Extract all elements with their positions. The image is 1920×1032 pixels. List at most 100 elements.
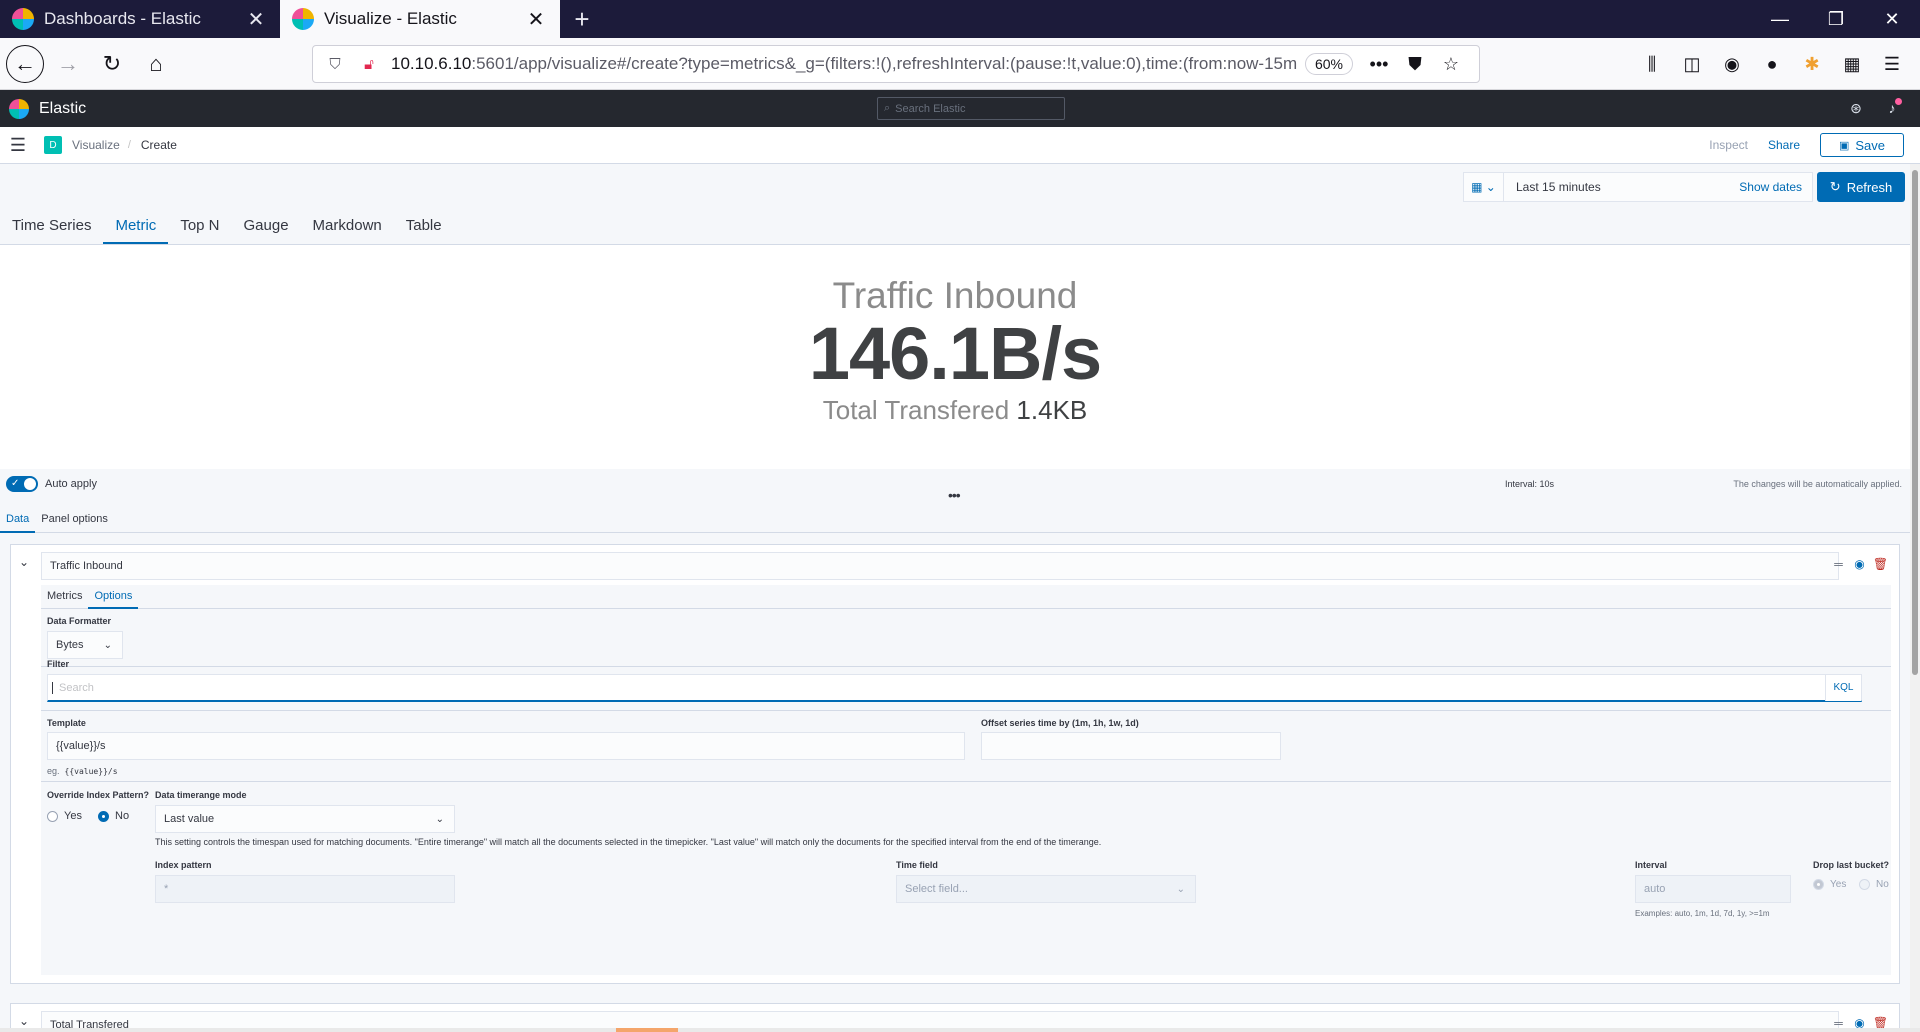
offset-label: Offset series time by (1m, 1h, 1w, 1d) xyxy=(981,718,1139,728)
elastic-favicon-icon xyxy=(12,8,34,30)
window-controls: — ❐ ✕ xyxy=(1752,0,1920,38)
interval-label: Interval xyxy=(1635,860,1668,870)
tab-markdown[interactable]: Markdown xyxy=(301,216,394,244)
close-window-icon[interactable]: ✕ xyxy=(1864,0,1920,38)
extension-icon[interactable]: ● xyxy=(1752,46,1792,82)
tab-metric[interactable]: Metric xyxy=(103,216,169,244)
browser-tab-visualize[interactable]: Visualize - Elastic ✕ xyxy=(280,0,560,38)
tab-data[interactable]: Data xyxy=(0,511,36,533)
account-icon[interactable]: ◉ xyxy=(1712,46,1752,82)
elastic-favicon-icon xyxy=(292,8,314,30)
visualization-type-tabs: Time Series Metric Top N Gauge Markdown … xyxy=(0,216,454,244)
forward-arrow-icon[interactable]: → xyxy=(48,44,88,84)
index-pattern-placeholder: * xyxy=(164,883,169,895)
kql-toggle[interactable]: KQL xyxy=(1825,674,1861,701)
save-button[interactable]: ▣ Save xyxy=(1820,133,1904,157)
more-actions-icon[interactable]: ••• xyxy=(1361,54,1397,75)
override-no-radio[interactable]: No xyxy=(98,810,129,822)
drop-last-bucket-label: Drop last bucket? xyxy=(1813,860,1890,870)
trash-icon[interactable]: 🗑︎ xyxy=(1870,557,1891,571)
shield-icon[interactable]: ⛉ xyxy=(323,56,347,73)
override-yes-radio[interactable]: Yes xyxy=(47,810,82,822)
url-bar[interactable]: ⛉ 🔓︎ 10.10.6.10:5601/app/visualize#/crea… xyxy=(312,45,1480,83)
kibana-header: Elastic ⌕ Search Elastic ⊛ ♪ xyxy=(0,90,1920,127)
timerange-select[interactable]: Last value ⌄ xyxy=(155,805,455,833)
time-field-select[interactable]: Select field... ⌄ xyxy=(896,875,1196,903)
refresh-button[interactable]: ↻ Refresh xyxy=(1817,172,1905,202)
radio-circle xyxy=(1859,879,1870,890)
tab-options[interactable]: Options xyxy=(88,585,139,609)
tab-metrics[interactable]: Metrics xyxy=(41,585,88,609)
scrollbar-thumb[interactable] xyxy=(1912,170,1918,675)
calendar-icon[interactable]: ▦ ⌄ xyxy=(1464,173,1504,201)
extension-icon[interactable]: ✱ xyxy=(1792,46,1832,82)
tab-gauge[interactable]: Gauge xyxy=(232,216,301,244)
interval-input[interactable]: auto xyxy=(1635,875,1791,903)
drop-no-radio[interactable]: No xyxy=(1859,879,1889,890)
restore-icon[interactable]: ❐ xyxy=(1808,0,1864,38)
data-formatter-select[interactable]: Bytes ⌄ xyxy=(47,631,123,659)
hamburger-menu-icon[interactable]: ☰ xyxy=(0,135,36,156)
breadcrumb-visualize[interactable]: Visualize xyxy=(72,138,120,152)
zoom-level-badge[interactable]: 60% xyxy=(1304,53,1353,75)
bookmark-star-icon[interactable]: ☆ xyxy=(1433,54,1469,75)
close-tab-icon[interactable]: ✕ xyxy=(524,7,548,32)
chevron-down-icon[interactable]: ⌄ xyxy=(19,1014,29,1028)
show-dates-link[interactable]: Show dates xyxy=(1739,180,1812,194)
filter-input[interactable]: Search KQL xyxy=(47,674,1862,702)
inspect-link[interactable]: Inspect xyxy=(1709,138,1748,152)
visualization-toolbar: ▦ ⌄ Last 15 minutes Show dates ↻ Refresh… xyxy=(0,164,1920,244)
tab-panel-options[interactable]: Panel options xyxy=(35,511,114,533)
chevron-down-icon: ⌄ xyxy=(103,639,112,651)
browser-tab-dashboards[interactable]: Dashboards - Elastic ✕ xyxy=(0,0,280,38)
extensions-puzzle-icon[interactable]: ▦ xyxy=(1832,46,1872,82)
toggle-switch[interactable]: ✓ xyxy=(6,476,38,492)
global-search-input[interactable]: ⌕ Search Elastic xyxy=(877,97,1065,120)
space-avatar[interactable]: D xyxy=(44,136,62,154)
metric-secondary: Total Transfered 1.4KB xyxy=(0,395,1910,426)
chevron-down-icon[interactable]: ⌄ xyxy=(19,555,29,569)
elastic-logo-icon[interactable] xyxy=(9,98,29,119)
url-text[interactable]: 10.10.6.10:5601/app/visualize#/create?ty… xyxy=(391,54,1297,74)
save-button-label: Save xyxy=(1855,137,1886,153)
time-range-label[interactable]: Last 15 minutes xyxy=(1504,180,1739,194)
insecure-lock-icon[interactable]: 🔓︎ xyxy=(357,56,381,73)
brand-name[interactable]: Elastic xyxy=(39,100,86,118)
refresh-button-label: Refresh xyxy=(1846,179,1893,195)
notifications-icon[interactable]: ♪ xyxy=(1874,96,1910,120)
index-pattern-input[interactable]: * xyxy=(155,875,455,903)
help-icon[interactable]: ⊛ xyxy=(1838,96,1874,120)
drag-handle-icon[interactable]: ═ xyxy=(1828,557,1849,571)
radio-label: Yes xyxy=(64,810,82,822)
browser-tab-title: Dashboards - Elastic xyxy=(44,9,201,28)
series-label-input[interactable]: Traffic Inbound xyxy=(41,552,1839,580)
share-link[interactable]: Share xyxy=(1768,138,1800,152)
bottom-strip xyxy=(0,1028,1920,1032)
drop-yes-radio[interactable]: Yes xyxy=(1813,879,1846,890)
time-field-placeholder: Select field... xyxy=(905,883,968,895)
reload-icon[interactable]: ↻ xyxy=(92,44,132,84)
radio-circle-selected xyxy=(98,810,109,822)
offset-input[interactable] xyxy=(981,732,1281,760)
series-actions: ═ ◉ 🗑︎ xyxy=(1828,557,1891,571)
sidebar-icon[interactable]: ◫ xyxy=(1672,46,1712,82)
template-input[interactable]: {{value}}/s xyxy=(47,732,965,760)
tab-top-n[interactable]: Top N xyxy=(168,216,231,244)
eye-icon[interactable]: ◉ xyxy=(1849,557,1870,571)
browser-nav-bar: ← → ↻ ⌂ ⛉ 🔓︎ 10.10.6.10:5601/app/visuali… xyxy=(0,38,1920,90)
auto-apply-toggle[interactable]: ✓ Auto apply xyxy=(6,476,97,492)
tab-table[interactable]: Table xyxy=(394,216,454,244)
library-icon[interactable]: ⫼ xyxy=(1632,46,1672,82)
menu-icon[interactable]: ☰ xyxy=(1872,46,1912,82)
plus-icon[interactable]: + xyxy=(560,0,604,38)
series-tabs: Metrics Options xyxy=(41,585,1891,609)
tab-time-series[interactable]: Time Series xyxy=(0,216,103,244)
back-arrow-icon[interactable]: ← xyxy=(6,44,44,83)
minimize-icon[interactable]: — xyxy=(1752,0,1808,38)
close-tab-icon[interactable]: ✕ xyxy=(244,7,268,32)
pocket-icon[interactable]: ⛊ xyxy=(1397,54,1433,75)
time-picker[interactable]: ▦ ⌄ Last 15 minutes Show dates xyxy=(1463,172,1813,202)
override-index-label: Override Index Pattern? xyxy=(47,790,150,800)
resize-handle-icon[interactable]: ••• xyxy=(948,487,961,503)
home-icon[interactable]: ⌂ xyxy=(136,44,176,84)
